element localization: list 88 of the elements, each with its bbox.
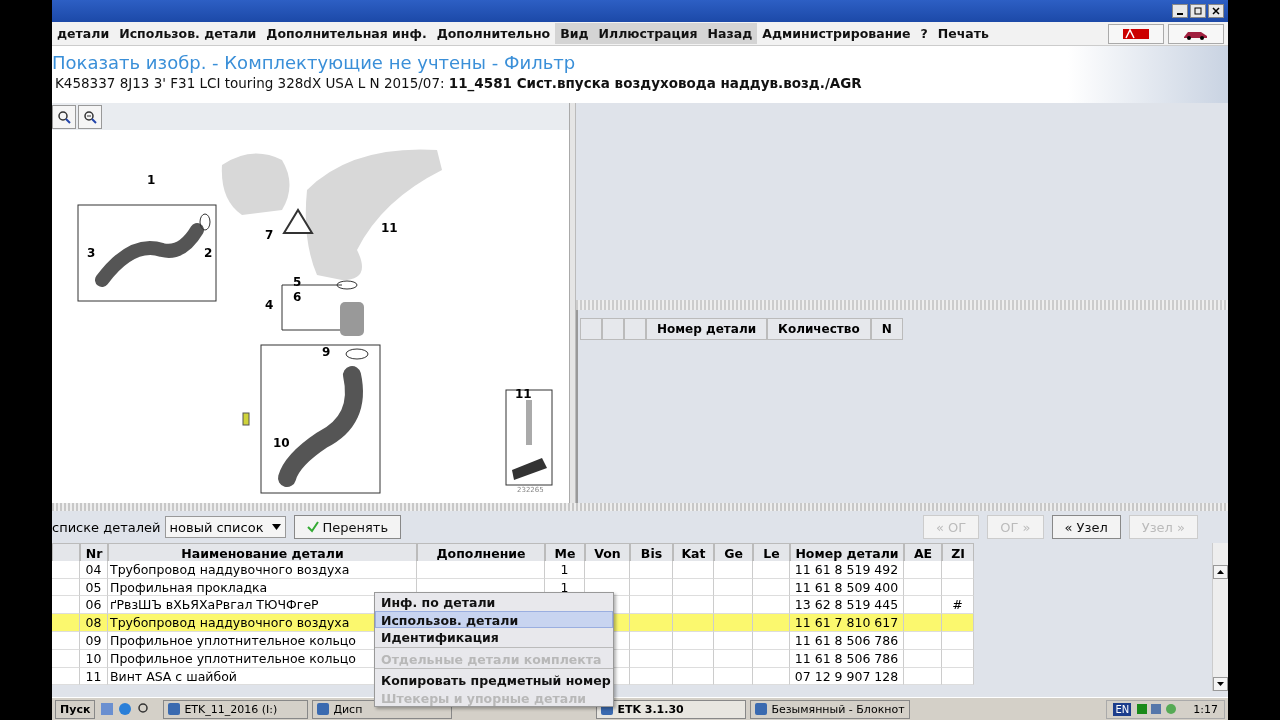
callout-number: 6	[293, 290, 302, 304]
clock: 1:17	[1192, 702, 1218, 716]
table-cell	[630, 614, 673, 632]
menu-item[interactable]: Иллюстрация	[593, 23, 703, 44]
column-header: Kat	[673, 543, 714, 563]
check-icon	[306, 521, 319, 533]
column-header: Me	[545, 543, 585, 563]
table-cell	[673, 614, 714, 632]
app-icon	[168, 703, 181, 715]
column-header: Наименование детали	[108, 543, 417, 563]
table-cell: #	[942, 596, 974, 615]
table-cell: 13 62 8 519 445	[790, 596, 904, 615]
header-cell	[624, 318, 646, 340]
taskbar-button[interactable]: Безымянный - Блокнот	[750, 699, 910, 719]
maximize-icon[interactable]	[1190, 4, 1206, 18]
table-cell	[904, 596, 942, 615]
table-cell: 06	[80, 596, 108, 615]
start-button[interactable]: Пуск	[55, 699, 96, 719]
callout-number: 2	[204, 246, 213, 260]
app-icon	[317, 703, 330, 715]
table-cell: 11 61 7 810 617	[790, 614, 904, 632]
column-header: Дополнение	[417, 543, 545, 563]
scroll-down-icon[interactable]	[1213, 677, 1228, 691]
zoom-out-button[interactable]	[78, 104, 102, 129]
column-header: Nr	[80, 543, 108, 563]
minimize-icon[interactable]	[1172, 4, 1188, 18]
zoom-in-button[interactable]	[52, 104, 76, 129]
table-cell	[942, 614, 974, 632]
column-header: Bis	[630, 543, 673, 563]
menu-item[interactable]: Администрирование	[757, 23, 916, 44]
table-cell	[714, 614, 753, 632]
callout-number: 9	[322, 345, 331, 359]
apply-button[interactable]: Перенять	[293, 515, 402, 539]
menu-item[interactable]: Дополнительная инф.	[261, 23, 432, 44]
callout-number: 4	[265, 298, 274, 312]
close-icon[interactable]	[1208, 4, 1224, 18]
list-dropdown[interactable]: новый список	[164, 516, 286, 538]
list-label: списке деталей	[52, 519, 161, 535]
scroll-up-icon[interactable]	[1213, 565, 1228, 579]
menu-item[interactable]: Назад	[702, 23, 758, 44]
callout-number: 7	[265, 228, 274, 242]
dropdown-caret-icon	[271, 524, 281, 530]
language-indicator[interactable]: EN	[1113, 702, 1132, 716]
taskbar-button[interactable]: ETK 3.1.30	[596, 699, 747, 719]
menu-item[interactable]: Дополнительно	[431, 23, 556, 44]
table-cell	[714, 596, 753, 615]
header-cell	[602, 318, 624, 340]
callout-number: 11	[381, 221, 398, 235]
taskbar-button[interactable]: ETK_11_2016 (I:)	[163, 699, 309, 719]
zoom-in-icon	[57, 109, 71, 124]
tray-icons[interactable]	[1137, 703, 1178, 715]
table-cell	[630, 596, 673, 615]
menu-item[interactable]: детали	[52, 23, 115, 44]
table-cell	[904, 614, 942, 632]
menu-item[interactable]: Использов. детали	[375, 610, 613, 628]
car-button[interactable]	[1168, 23, 1224, 44]
menu-item[interactable]: Вид	[555, 23, 594, 44]
table-cell	[753, 596, 790, 615]
table-cell	[753, 614, 790, 632]
column-header: Ge	[714, 543, 753, 563]
logo-button[interactable]	[1108, 23, 1164, 44]
menu-item[interactable]: Печать	[932, 23, 994, 44]
table-cell	[673, 596, 714, 615]
splitter-handle[interactable]	[52, 503, 1228, 511]
menu-item[interactable]: Использов. детали	[114, 23, 262, 44]
column-header: Номер детали	[790, 543, 904, 563]
header-cell	[580, 318, 602, 340]
vehicle-info: K458337 8J13 3' F31 LCI touring 328dX USA L N 2015/07: 11_4581 Сист.впуска воздуховода наддув.возд./AGR	[54, 75, 862, 91]
column-header: Von	[585, 543, 630, 563]
callout-number: 3	[87, 246, 96, 260]
table-cell: 08	[80, 614, 108, 632]
callout-number: 11	[515, 387, 532, 401]
splitter-handle[interactable]	[576, 300, 1228, 310]
column-header: ZI	[942, 543, 974, 563]
zoom-out-icon	[83, 109, 97, 124]
callout-number: 5	[293, 275, 302, 289]
column-header: Номер детали	[646, 318, 768, 340]
nav-button[interactable]: « Узел	[1051, 515, 1121, 539]
callout-number: 1	[147, 173, 156, 187]
column-header: Le	[753, 543, 790, 563]
app-icon	[755, 703, 768, 715]
page-title: Показать изобр. - Комплектующие не учтены - Фильтр	[52, 52, 577, 73]
column-header: Количество	[767, 318, 871, 340]
menu-item[interactable]: ?	[915, 23, 933, 44]
logo-icon	[1123, 27, 1149, 40]
column-header: AE	[904, 543, 942, 563]
callout-number: 10	[273, 436, 290, 450]
column-header: N	[870, 318, 903, 340]
